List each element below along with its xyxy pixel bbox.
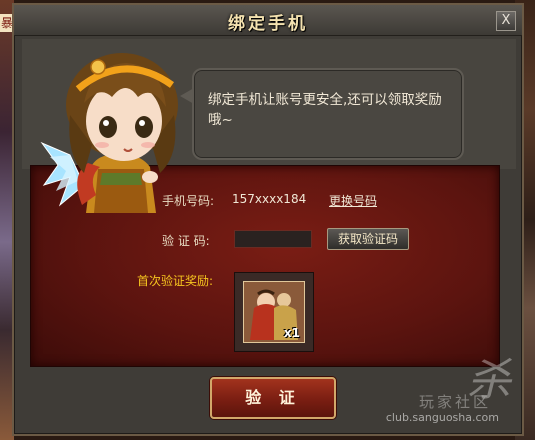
phone-number-value: 157xxxx184 [232, 192, 307, 206]
watermark-url: club.sanguosha.com [385, 411, 499, 424]
dialog-title: 绑定手机 [228, 14, 308, 34]
reward-item-icon[interactable]: x1 [243, 281, 305, 343]
change-number-link[interactable]: 更换号码 [329, 192, 377, 209]
speech-bubble-text: 绑定手机让账号更安全,还可以领取奖励哦~ [208, 92, 442, 128]
reward-slot: x1 [234, 272, 314, 352]
verify-button[interactable]: 验 证 [210, 377, 336, 419]
get-verification-code-button[interactable]: 获取验证码 [327, 228, 409, 250]
watermark-community-text: 玩家社区 [418, 393, 491, 411]
close-button[interactable]: X [496, 11, 516, 31]
phone-number-label: 手机号码: [162, 194, 215, 208]
watermark: 杀 玩家社区 club.sanguosha.com [349, 350, 519, 430]
reward-count: x1 [283, 326, 300, 340]
verification-code-label: 验 证 码: [162, 234, 210, 248]
mascot-character-illustration [40, 53, 178, 213]
speech-bubble: 绑定手机让账号更安全,还可以领取奖励哦~ [180, 68, 464, 160]
first-verify-reward-label: 首次验证奖励: [137, 274, 214, 288]
verification-code-input[interactable] [234, 230, 312, 248]
dialog-titlebar: 绑定手机 X [14, 5, 522, 36]
